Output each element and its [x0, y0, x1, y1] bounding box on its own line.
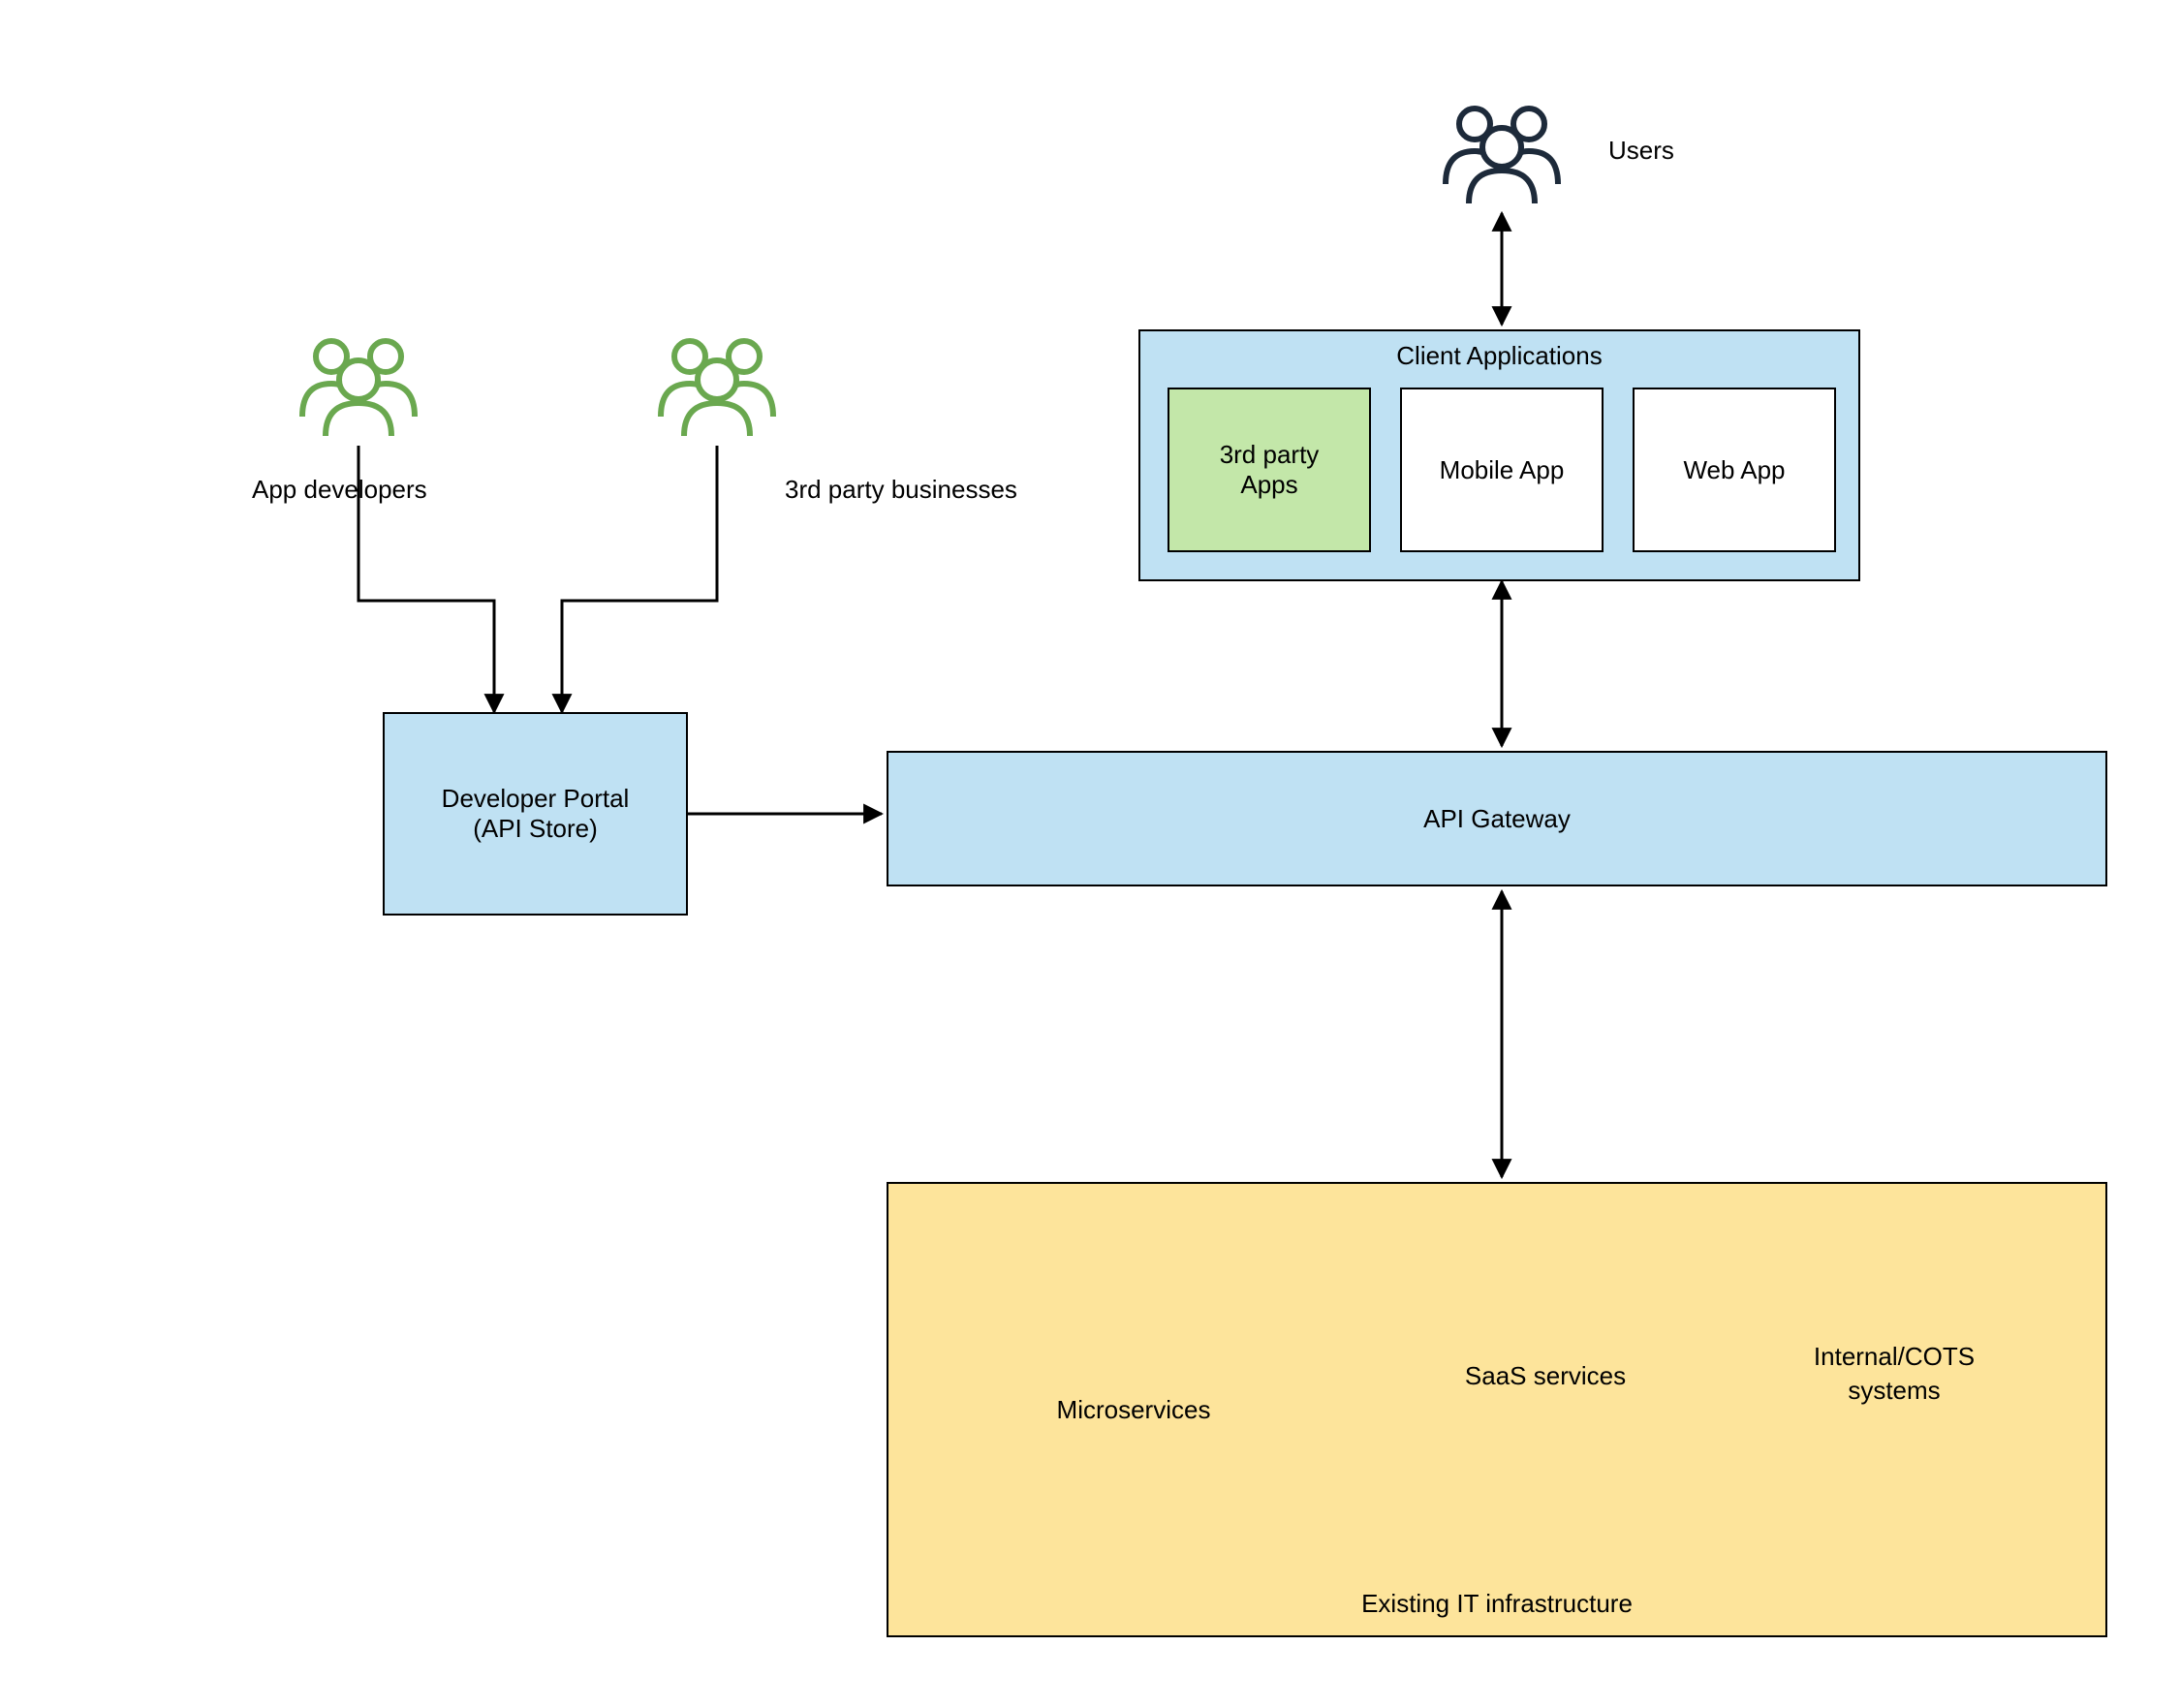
web-app-box: Web App — [1633, 388, 1836, 552]
app-developers-label: App developers — [252, 475, 427, 505]
developer-portal-box: Developer Portal (API Store) — [383, 712, 688, 916]
cots-label-2: systems — [1754, 1376, 2035, 1406]
api-gateway-box: API Gateway — [887, 751, 2107, 886]
saas-label: SaaS services — [1424, 1361, 1666, 1391]
third-party-apps-box: 3rd party Apps — [1168, 388, 1371, 552]
existing-infra-caption: Existing IT infrastructure — [887, 1589, 2107, 1619]
third-party-apps-label-1: 3rd party — [1220, 440, 1320, 470]
web-app-label: Web App — [1683, 455, 1785, 485]
microservices-label: Microservices — [1042, 1395, 1226, 1425]
third-party-businesses-label: 3rd party businesses — [785, 475, 1017, 505]
third-party-apps-label-2: Apps — [1240, 470, 1297, 500]
mobile-app-label: Mobile App — [1440, 455, 1565, 485]
users-icon — [1446, 109, 1558, 203]
arrow-3pbiz-to-portal — [562, 446, 717, 712]
third-party-businesses-icon — [661, 341, 773, 436]
cots-label-1: Internal/COTS — [1754, 1342, 2035, 1372]
mobile-app-box: Mobile App — [1400, 388, 1604, 552]
developer-portal-label-2: (API Store) — [473, 814, 598, 844]
app-developers-icon — [302, 341, 415, 436]
api-gateway-label: API Gateway — [1423, 804, 1571, 834]
developer-portal-label-1: Developer Portal — [442, 784, 630, 814]
client-applications-title: Client Applications — [1138, 341, 1860, 371]
users-label: Users — [1608, 136, 1674, 166]
